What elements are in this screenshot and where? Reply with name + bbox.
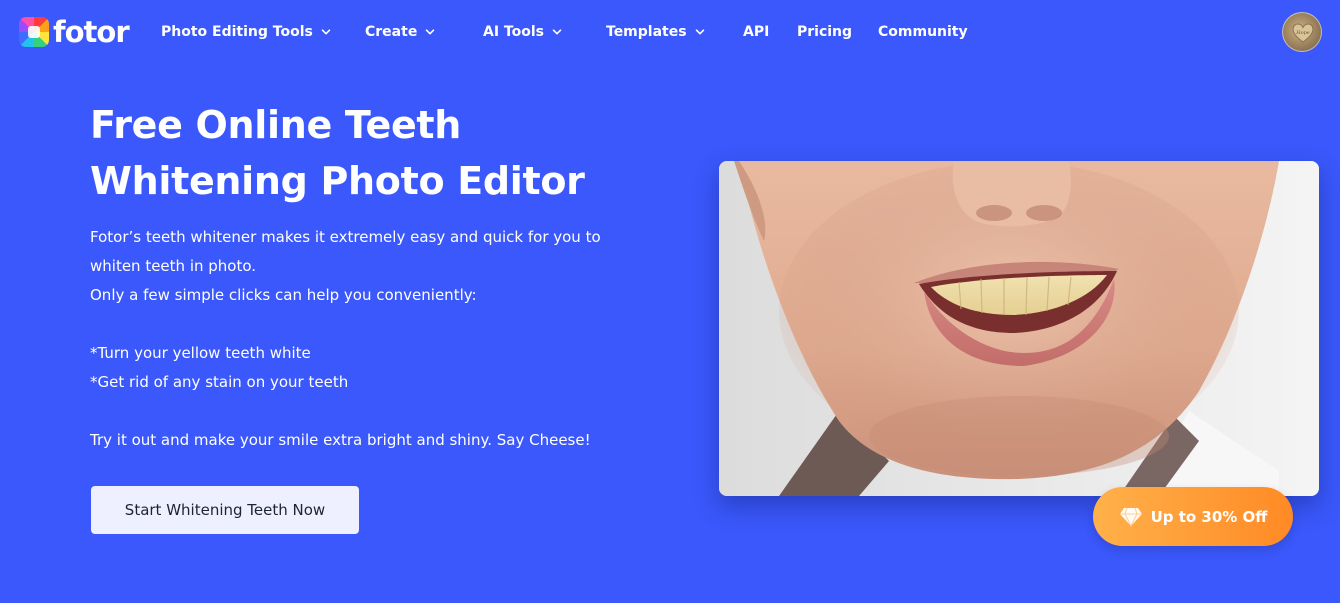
chevron-down-icon [552, 27, 562, 37]
nav-item-label: Create [365, 24, 418, 40]
nav-item-templates[interactable]: Templates [606, 22, 705, 42]
smile-illustration [719, 161, 1319, 496]
description-line: Only a few simple clicks can help you co… [90, 286, 477, 304]
nav-item-label: Templates [606, 24, 687, 40]
hero-smile-photo [719, 161, 1319, 496]
top-navigation-bar: fotor Photo Editing Tools Create AI Tool… [0, 0, 1340, 64]
nav-item-photo-editing-tools[interactable]: Photo Editing Tools [161, 22, 331, 42]
nav-item-label: Photo Editing Tools [161, 24, 313, 40]
feature-bullet: *Turn your yellow teeth white [90, 344, 311, 362]
nav-item-create[interactable]: Create [365, 22, 435, 42]
description-line: Fotor’s teeth whitener makes it extremel… [90, 228, 601, 246]
promo-discount-badge[interactable]: Up to 30% Off [1093, 487, 1293, 546]
avatar-text: Hope [1295, 30, 1310, 36]
nav-item-label: API [743, 24, 770, 40]
closing-line: Try it out and make your smile extra bri… [90, 431, 591, 449]
chevron-down-icon [425, 27, 435, 37]
promo-label: Up to 30% Off [1150, 507, 1268, 526]
hero-description: Fotor’s teeth whitener makes it extremel… [90, 223, 670, 455]
user-avatar[interactable]: Hope [1282, 12, 1322, 52]
nav-item-label: AI Tools [483, 24, 544, 40]
nav-item-pricing[interactable]: Pricing [797, 22, 852, 42]
nav-item-label: Community [878, 24, 968, 40]
page-title: Free Online Teeth Whitening Photo Editor [90, 97, 650, 209]
start-whitening-teeth-button[interactable]: Start Whitening Teeth Now [91, 486, 359, 534]
fotor-logo-icon [19, 17, 49, 47]
brand-name: fotor [53, 15, 130, 49]
heart-icon: Hope [1292, 23, 1314, 43]
nav-item-api[interactable]: API [743, 22, 769, 42]
page: fotor Photo Editing Tools Create AI Tool… [0, 0, 1340, 603]
page-title-line-2: Whitening Photo Editor [90, 159, 585, 203]
nav-item-community[interactable]: Community [878, 22, 968, 42]
nav-item-ai-tools[interactable]: AI Tools [483, 22, 562, 42]
feature-bullet: *Get rid of any stain on your teeth [90, 373, 349, 391]
diamond-icon [1119, 507, 1142, 527]
chevron-down-icon [695, 27, 705, 37]
description-line: whiten teeth in photo. [90, 257, 257, 275]
nav-item-label: Pricing [797, 24, 853, 40]
chevron-down-icon [321, 27, 331, 37]
page-title-line-1: Free Online Teeth [90, 103, 462, 147]
fotor-logo[interactable]: fotor [19, 15, 130, 49]
